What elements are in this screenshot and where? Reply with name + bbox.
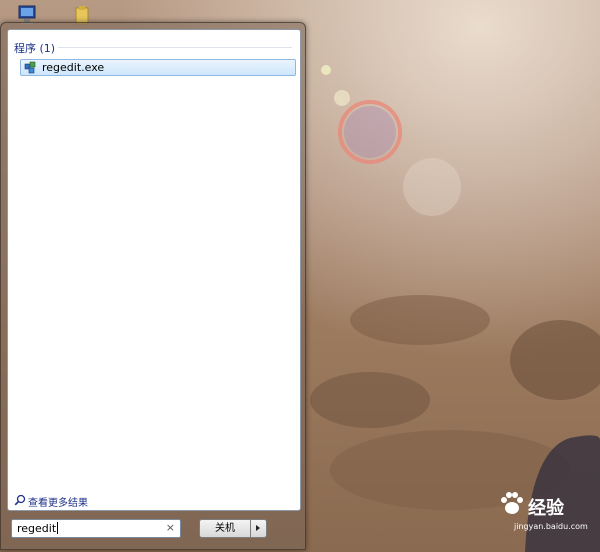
start-menu: 程序 (1) regedit.exe 查看更多结果 regedit × 关机	[0, 22, 306, 550]
clear-search-icon[interactable]: ×	[166, 521, 175, 534]
watermark: 经验 jingyan.baidu.com	[498, 490, 598, 548]
paw-logo-icon	[498, 490, 526, 518]
watermark-domain: jingyan.baidu.com	[514, 522, 588, 531]
search-input[interactable]: regedit ×	[11, 519, 181, 538]
see-more-label: 查看更多结果	[28, 498, 88, 509]
results-group-header: 程序 (1)	[14, 42, 56, 55]
watermark-brand: 经验	[528, 498, 564, 519]
group-divider	[58, 47, 292, 48]
search-value: regedit	[17, 522, 59, 535]
search-icon	[14, 494, 26, 506]
shutdown-options-button[interactable]	[250, 519, 267, 538]
chevron-right-icon	[256, 525, 260, 531]
search-results-pane: 程序 (1) regedit.exe 查看更多结果	[7, 29, 301, 511]
registry-editor-icon	[24, 61, 38, 74]
result-label: regedit.exe	[42, 61, 105, 74]
shutdown-button[interactable]: 关机	[199, 519, 251, 538]
list-item[interactable]: regedit.exe	[20, 59, 296, 76]
